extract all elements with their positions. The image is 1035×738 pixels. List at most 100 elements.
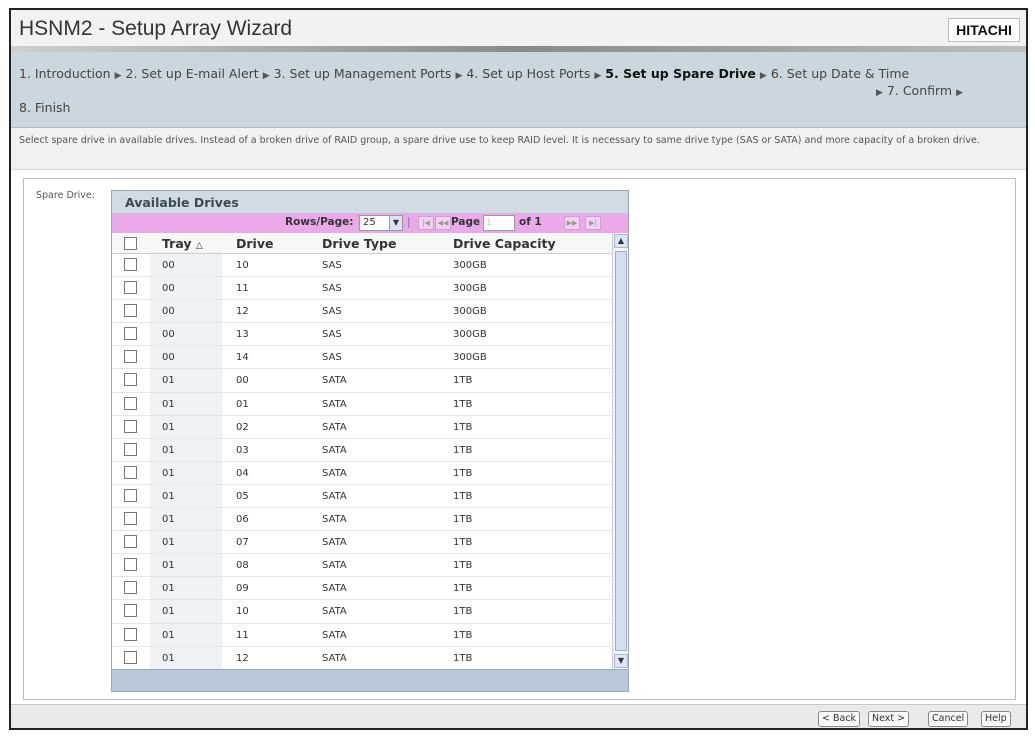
pagination-bar: Rows/Page: 25 ▼ | |◀ ◀◀ Page 1 of 1 ▶▶ ▶… (112, 213, 628, 233)
row-checkbox[interactable] (124, 581, 137, 595)
cell-drive-capacity: 1TB (453, 444, 473, 456)
cell-drive: 14 (236, 352, 249, 364)
grid-title-bar: Available Drives (112, 191, 628, 213)
table-row[interactable]: 01 10 SATA 1TB (112, 600, 612, 624)
column-header-drive-type[interactable]: Drive Type (322, 236, 396, 251)
scroll-down-icon[interactable]: ▼ (614, 654, 628, 668)
cell-drive-capacity: 1TB (453, 652, 473, 664)
steps-row-continued: ▶ 7. Confirm ▶ (872, 83, 967, 98)
grid-scrollbar[interactable]: ▲ ▼ (612, 233, 628, 669)
table-row[interactable]: 01 11 SATA 1TB (112, 623, 612, 647)
triangle-right-icon: ▶ (455, 71, 463, 81)
page-label: Page (451, 216, 481, 228)
row-checkbox[interactable] (124, 465, 137, 479)
table-row[interactable]: 01 05 SATA 1TB (112, 484, 612, 509)
row-checkbox[interactable] (124, 258, 137, 271)
cell-drive-capacity: 1TB (453, 560, 473, 572)
row-checkbox[interactable] (124, 512, 137, 526)
last-page-icon[interactable]: ▶| (585, 216, 601, 230)
rows-per-page-value: 25 (363, 217, 376, 228)
column-header-drive[interactable]: Drive (236, 236, 273, 251)
sorted-column-shade (150, 508, 222, 531)
cell-drive: 00 (236, 375, 249, 387)
cell-drive-type: SATA (322, 560, 347, 572)
cell-drive-capacity: 300GB (453, 329, 487, 341)
page-total-label: of 1 (519, 216, 542, 228)
cell-tray: 01 (162, 421, 175, 433)
cell-drive-type: SAS (322, 260, 342, 271)
table-row[interactable]: 01 02 SATA 1TB (112, 415, 612, 439)
table-row[interactable]: 01 01 SATA 1TB (112, 392, 612, 416)
cell-tray: 01 (162, 490, 175, 502)
previous-page-icon[interactable]: ◀◀ (435, 216, 451, 230)
row-checkbox[interactable] (124, 304, 137, 318)
row-checkbox[interactable] (124, 281, 137, 295)
row-checkbox[interactable] (124, 350, 137, 364)
table-row[interactable]: 00 10 SAS 300GB (112, 254, 612, 278)
row-checkbox[interactable] (124, 627, 137, 641)
back-button[interactable]: < Back (818, 711, 861, 727)
table-row[interactable]: 00 11 SAS 300GB (112, 277, 612, 301)
row-checkbox[interactable] (124, 327, 137, 341)
rows-per-page-select[interactable]: 25 ▼ (359, 215, 403, 231)
cell-drive-capacity: 1TB (453, 537, 473, 549)
button-bar: < Back Next > Cancel Help (11, 704, 1026, 728)
table-row[interactable]: 01 09 SATA 1TB (112, 577, 612, 601)
row-checkbox[interactable] (124, 419, 137, 433)
row-checkbox[interactable] (124, 535, 137, 549)
cell-drive-type: SATA (322, 537, 347, 549)
sorted-column-shade (150, 531, 222, 554)
cell-drive: 07 (236, 537, 249, 549)
scroll-thumb[interactable] (615, 251, 627, 651)
first-page-icon[interactable]: |◀ (418, 216, 434, 230)
instructions-text: Select spare drive in available drives. … (19, 135, 980, 146)
cell-tray: 01 (162, 514, 175, 526)
row-checkbox[interactable] (124, 373, 137, 387)
cell-tray: 00 (162, 283, 175, 295)
wizard-steps: 1. Introduction ▶ 2. Set up E-mail Alert ▶ 3… (11, 52, 1026, 128)
column-header-tray[interactable]: Tray △ (162, 236, 203, 251)
row-checkbox[interactable] (124, 396, 137, 410)
cell-drive: 04 (236, 467, 249, 479)
help-button[interactable]: Help (981, 711, 1011, 727)
cell-drive-capacity: 1TB (453, 467, 473, 479)
next-button[interactable]: Next > (868, 711, 910, 727)
column-header-drive-capacity[interactable]: Drive Capacity (453, 236, 556, 251)
page-number-input[interactable]: 1 (483, 215, 515, 231)
table-row[interactable]: 01 04 SATA 1TB (112, 461, 612, 485)
row-checkbox[interactable] (124, 650, 137, 664)
row-checkbox[interactable] (124, 442, 137, 456)
table-row[interactable]: 01 08 SATA 1TB (112, 554, 612, 578)
table-row[interactable]: 01 06 SATA 1TB (112, 508, 612, 532)
cell-drive-type: SATA (322, 375, 347, 387)
table-row[interactable]: 01 12 SATA 1TB (112, 646, 612, 670)
row-checkbox[interactable] (124, 558, 137, 572)
window-title: HSNM2 - Setup Array Wizard (19, 17, 293, 40)
cell-tray: 01 (162, 606, 175, 618)
scroll-up-icon[interactable]: ▲ (614, 234, 628, 248)
cell-drive: 10 (236, 606, 249, 618)
table-row[interactable]: 00 14 SAS 300GB (112, 346, 612, 370)
row-checkbox[interactable] (124, 488, 137, 502)
cancel-button[interactable]: Cancel (928, 711, 969, 727)
cell-tray: 01 (162, 375, 175, 387)
table-row[interactable]: 01 07 SATA 1TB (112, 531, 612, 555)
cell-drive: 05 (236, 490, 249, 502)
triangle-right-icon: ▶ (956, 88, 964, 98)
table-row[interactable]: 00 12 SAS 300GB (112, 300, 612, 324)
step-date-time: 6. Set up Date & Time (770, 66, 910, 81)
cell-drive-type: SATA (322, 514, 347, 526)
table-row[interactable]: 01 00 SATA 1TB (112, 369, 612, 393)
sorted-column-shade (150, 254, 222, 277)
table-row[interactable]: 01 03 SATA 1TB (112, 438, 612, 462)
next-page-icon[interactable]: ▶▶ (564, 216, 580, 230)
cell-drive-capacity: 300GB (453, 352, 487, 364)
table-row[interactable]: 00 13 SAS 300GB (112, 323, 612, 347)
cell-tray: 01 (162, 629, 175, 641)
select-all-checkbox[interactable] (124, 237, 137, 250)
cell-tray: 00 (162, 352, 175, 364)
sorted-column-shade (150, 484, 222, 508)
cell-drive-type: SAS (322, 306, 342, 318)
row-checkbox[interactable] (124, 604, 137, 618)
chevron-down-icon[interactable]: ▼ (389, 216, 402, 230)
